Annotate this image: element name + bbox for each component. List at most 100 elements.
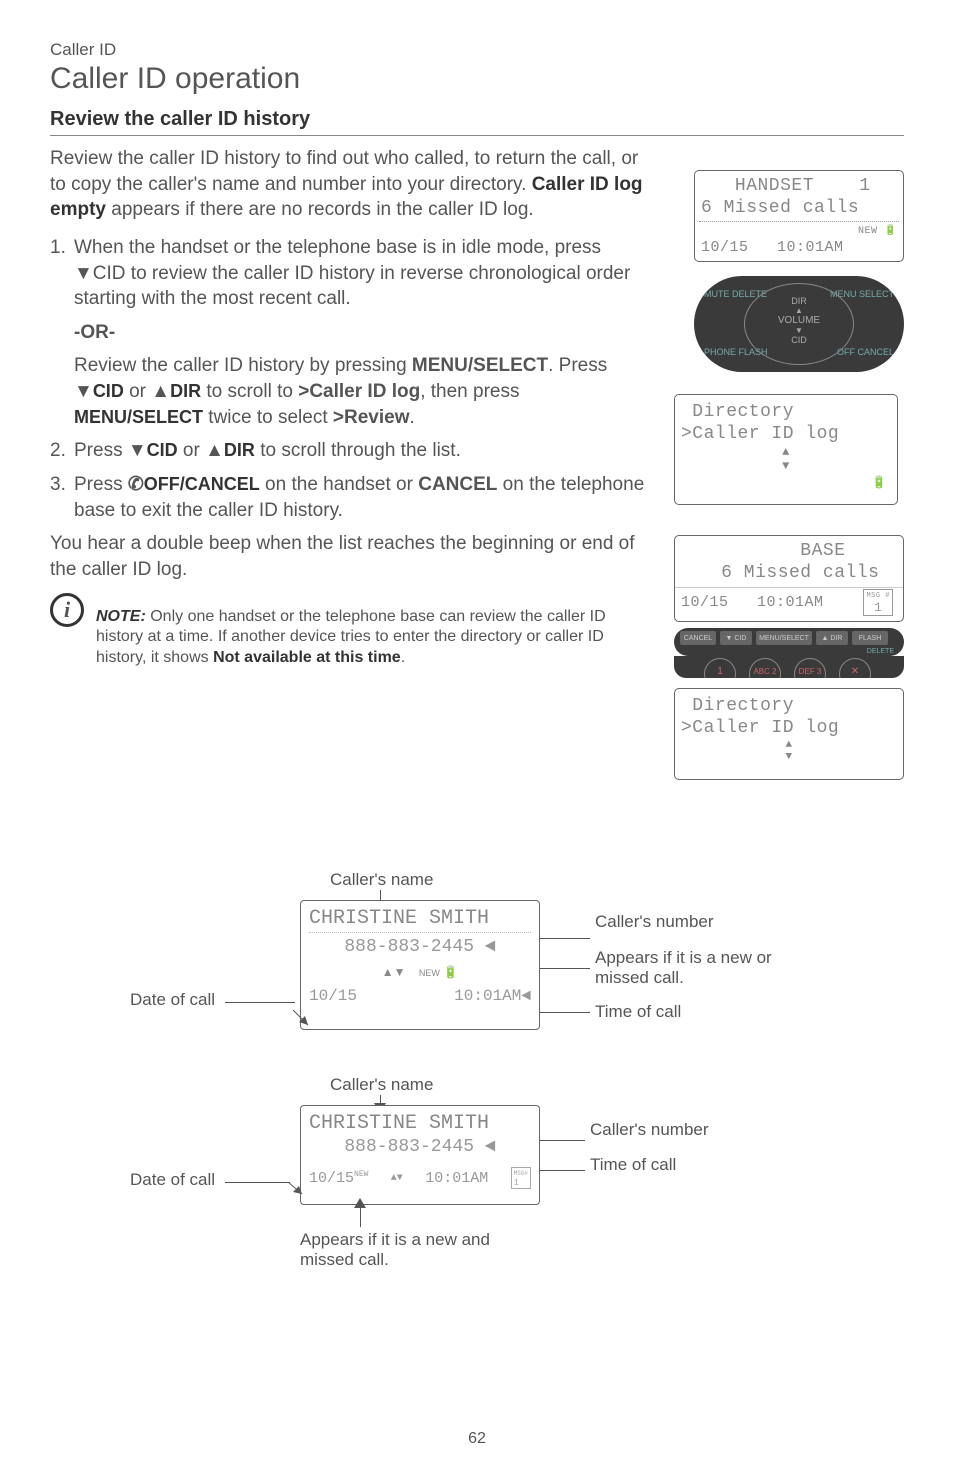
lcd-line: 10/15 10:01AM <box>695 238 903 257</box>
cancel-button: CANCEL <box>680 631 716 645</box>
base-menu-lcd: Directory >Caller ID log ▲▼ <box>674 688 904 780</box>
call-time: 10:01AM◄ <box>454 987 531 1005</box>
lcd-line: >Caller ID log <box>675 717 903 739</box>
step-3: 3. Press ✆OFF/CANCEL on the handset or C… <box>50 472 645 523</box>
scroll-arrows-icon: ▲▼ <box>391 1173 403 1184</box>
new-missed-label-2: Appears if it is a new and missed call. <box>300 1230 520 1270</box>
t: or ▲ <box>178 440 224 461</box>
section-heading: Review the caller ID history <box>50 108 904 131</box>
t: on the handset or <box>260 474 418 495</box>
t: Press ▼ <box>74 440 147 461</box>
caller-number: 888-883-2445 ◄ <box>309 937 531 957</box>
handset-lcd: HANDSET 1 6 Missed calls NEW 🔋 10/15 10:… <box>694 170 904 262</box>
page-title: Caller ID operation <box>50 62 904 96</box>
menu-select: MENU/SELECT <box>412 355 548 376</box>
call-time: 10:01AM <box>425 1170 488 1187</box>
scroll-arrows-icon: ▲▼ <box>685 445 887 473</box>
callers-number-label: Caller's number <box>590 1120 709 1140</box>
new-missed-label: Appears if it is a new or missed call. <box>595 948 795 988</box>
callers-name-label: Caller's name <box>330 870 433 890</box>
callers-name-label: Caller's name <box>330 1075 433 1095</box>
call-date: 10/15 <box>309 1170 354 1187</box>
dir-key: DIR <box>745 296 853 306</box>
step-3-num: 3. <box>50 472 66 498</box>
menu-select: MENU/SELECT <box>74 407 203 427</box>
step-1-or: -OR- <box>50 320 645 346</box>
lcd-line: Directory <box>675 401 897 423</box>
caller-id-entry-base: CHRISTINE SMITH 888-883-2445 ◄ 10/15NEW … <box>300 1105 540 1205</box>
info-icon: i <box>50 593 84 627</box>
volume-label: VOLUME <box>745 315 853 326</box>
caller-number: 888-883-2445 ◄ <box>309 1137 531 1157</box>
new-indicator: NEW 🔋 <box>695 224 903 238</box>
step-1-continued: Review the caller ID history by pressing… <box>50 353 645 430</box>
note-block: i NOTE: Only one handset or the telephon… <box>50 607 645 669</box>
step-1: 1. When the handset or the telephone bas… <box>50 235 645 312</box>
lcd-line: >Caller ID log <box>675 423 897 445</box>
time-of-call-label: Time of call <box>595 1002 681 1022</box>
new-indicator: NEW <box>354 1170 368 1179</box>
t: twice to select <box>203 407 333 428</box>
lcd-line: 6 Missed calls <box>675 562 903 588</box>
dir-up-button: ▲ DIR <box>816 631 848 645</box>
target: >Caller ID log <box>298 381 420 402</box>
scroll-arrows-icon: ▲▼ <box>675 739 903 763</box>
msg-num: MSG#1 <box>511 1167 531 1189</box>
base-button-row: CANCEL ▼ CID MENU/SELECT ▲ DIR FLASH DEL… <box>674 628 904 656</box>
cid-key: CID <box>745 335 853 345</box>
time-of-call-label: Time of call <box>590 1155 676 1175</box>
caller-name: CHRISTINE SMITH <box>309 1112 531 1135</box>
intro-paragraph: Review the caller ID history to find out… <box>50 146 645 223</box>
dir-key: DIR <box>170 381 201 401</box>
review: >Review <box>333 407 410 428</box>
t: , then press <box>420 381 519 402</box>
handset-menu-lcd: Directory >Caller ID log ▲▼ 🔋 <box>674 394 898 505</box>
breadcrumb: Caller ID <box>50 40 904 60</box>
handset-nav-pad: MUTE DELETE MENU SELECT PHONE FLASH OFF … <box>694 276 904 372</box>
cid-key: CID <box>93 381 124 401</box>
cid-down-button: ▼ CID <box>720 631 752 645</box>
step-2: 2. Press ▼CID or ▲DIR to scroll through … <box>50 438 645 464</box>
divider <box>50 135 904 136</box>
beep-paragraph: You hear a double beep when the list rea… <box>50 531 645 582</box>
t: to scroll to <box>201 381 298 402</box>
step-2-num: 2. <box>50 438 66 464</box>
caller-name: CHRISTINE SMITH <box>309 907 531 933</box>
flash-button: FLASH <box>852 631 888 645</box>
dir-key: DIR <box>224 440 255 460</box>
caller-id-entry-handset: CHRISTINE SMITH 888-883-2445 ◄ ▲▼ NEW 🔋 … <box>300 900 540 1030</box>
delete-label: DELETE <box>867 648 894 655</box>
page-number: 62 <box>0 1430 954 1448</box>
t: . <box>401 649 405 666</box>
t: . <box>409 407 414 428</box>
note-label: NOTE: <box>96 608 146 625</box>
lcd-line: HANDSET 1 <box>695 175 903 197</box>
step-1-num: 1. <box>50 235 66 261</box>
scroll-arrows-icon: ▲▼ <box>382 965 406 979</box>
msg-box: MSG #1 <box>863 589 893 616</box>
call-date: 10/15 <box>309 987 357 1005</box>
base-num-row: 1 ABC 2 DEF 3 ✕ <box>674 656 904 678</box>
lcd-date-time: 10/15 10:01AM <box>681 594 824 611</box>
or-label: -OR- <box>74 322 115 343</box>
off-cancel: OFF/CANCEL <box>144 474 260 494</box>
lcd-line: BASE <box>675 540 903 562</box>
date-of-call-label: Date of call <box>130 1170 215 1190</box>
menu-select-button: MENU/SELECT <box>756 631 812 645</box>
note-bold: Not available at this time <box>213 649 401 666</box>
date-of-call-label: Date of call <box>130 990 215 1010</box>
callers-number-label: Caller's number <box>595 912 714 932</box>
lcd-line: Directory <box>675 695 903 717</box>
battery-icon: 🔋 <box>872 475 887 490</box>
step-1-text: When the handset or the telephone base i… <box>74 237 630 309</box>
t: to scroll through the list. <box>255 440 461 461</box>
cancel: CANCEL <box>418 474 497 495</box>
lcd-line: 6 Missed calls <box>695 197 903 219</box>
t: or ▲ <box>124 381 170 402</box>
cid-key: CID <box>147 440 178 460</box>
new-indicator: NEW <box>419 968 440 978</box>
t: Review the caller ID history by pressing <box>74 355 412 376</box>
intro-post: appears if there are no records in the c… <box>106 199 534 220</box>
off-cancel-key: OFF CANCEL <box>837 348 894 358</box>
t: Press <box>74 474 128 495</box>
